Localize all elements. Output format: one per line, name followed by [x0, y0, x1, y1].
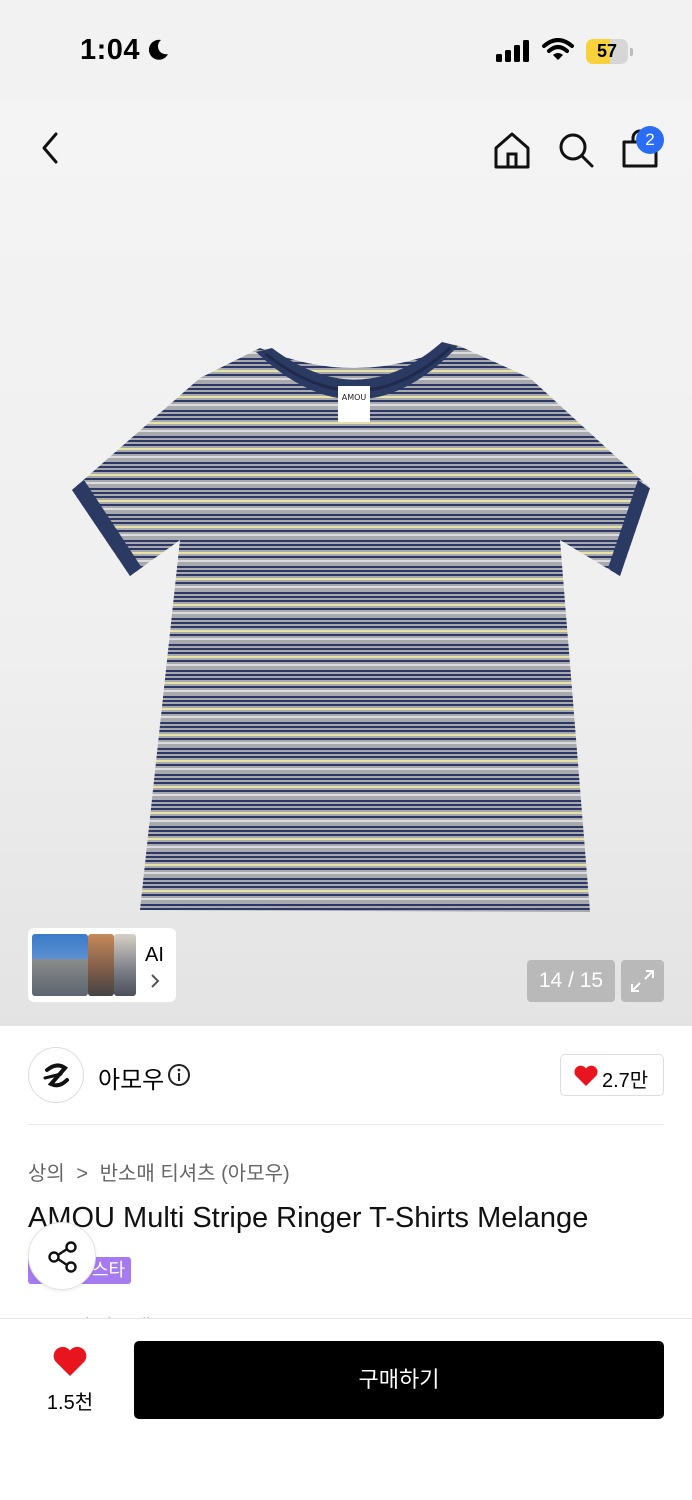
expand-button[interactable] — [621, 960, 664, 1002]
cart-badge: 2 — [636, 126, 664, 154]
heart-icon — [574, 1065, 598, 1086]
lookbook-thumbnail — [32, 934, 88, 996]
brand-name[interactable]: 아모우 — [98, 1060, 164, 1095]
image-counter: 14 / 15 — [527, 960, 615, 1002]
back-icon[interactable] — [34, 128, 66, 168]
heart-icon[interactable] — [52, 1346, 88, 1378]
wifi-icon — [542, 38, 574, 60]
breadcrumb-category[interactable]: 상의 — [28, 1163, 65, 1185]
ai-lookbook-button[interactable]: AI — [28, 928, 176, 1002]
product-photo[interactable]: AMOU — [60, 330, 660, 920]
brand-like-button[interactable]: 2.7만 — [560, 1054, 664, 1096]
status-time: 1:04 — [80, 34, 141, 66]
share-icon — [48, 1241, 77, 1273]
breadcrumb: 상의 > 반소매 티셔츠 (아모우) — [28, 1157, 290, 1186]
ai-label: AI — [145, 944, 164, 966]
moon-icon — [148, 39, 168, 60]
breadcrumb-subcategory[interactable]: 반소매 티셔츠 (아모우) — [100, 1163, 290, 1185]
buy-button[interactable]: 구매하기 — [134, 1341, 664, 1419]
breadcrumb-separator: > — [76, 1163, 89, 1185]
expand-icon — [631, 970, 654, 992]
battery-icon: 57 — [586, 39, 633, 64]
share-button[interactable] — [28, 1222, 96, 1290]
home-icon[interactable] — [492, 130, 532, 170]
info-icon[interactable] — [167, 1063, 191, 1087]
brand-like-count: 2.7만 — [602, 1070, 649, 1092]
lookbook-thumbnail — [114, 934, 136, 996]
product-title: AMOU Multi Stripe Ringer T-Shirts Melang… — [28, 1202, 589, 1234]
svg-text:AMOU: AMOU — [342, 393, 367, 402]
lookbook-thumbnail — [88, 934, 114, 996]
signal-icon — [496, 40, 529, 62]
brand-logo-mark — [43, 1063, 69, 1088]
brand-logo[interactable] — [28, 1047, 84, 1103]
battery-percent: 57 — [596, 41, 618, 61]
chevron-right-icon — [151, 974, 160, 988]
status-bar: 1:04 57 — [0, 0, 692, 100]
search-icon[interactable] — [556, 130, 596, 170]
wishlist-count: 1.5천 — [46, 1392, 94, 1414]
divider — [28, 1124, 664, 1125]
